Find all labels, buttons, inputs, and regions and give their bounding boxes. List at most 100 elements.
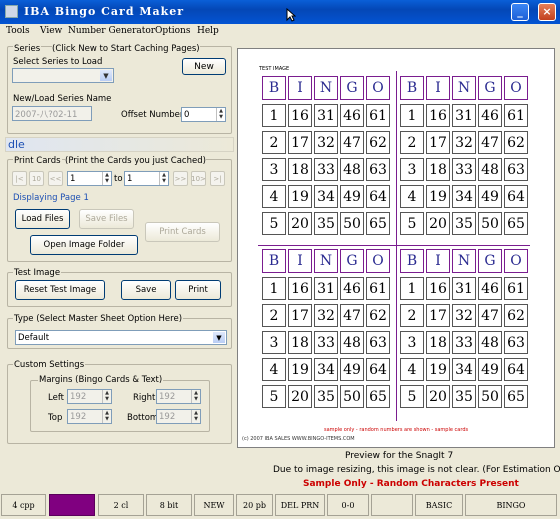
bingo-card-4: B I N G O 1 16 31 46 61 2 17 32 47 62 3 18 33 48 63 4 19 34 49 6… <box>400 249 529 408</box>
open-image-folder-button[interactable]: Open Image Folder <box>30 235 138 255</box>
left-margin-value: 192 <box>70 391 87 402</box>
right-margin-stepper[interactable]: 192 ▲ ▼ <box>156 389 201 404</box>
menu-number-generator[interactable]: Number Generator <box>68 26 155 36</box>
new-button[interactable]: New <box>182 58 226 75</box>
mouse-cursor-icon <box>286 8 296 22</box>
test-image-label: TEST IMAGE <box>259 66 290 72</box>
card-header-letter: N <box>452 76 476 100</box>
card-cell: 31 <box>452 277 476 300</box>
spinner-arrows-icon: ▲ ▼ <box>191 410 200 423</box>
menu-tools[interactable]: Tools <box>6 26 30 36</box>
card-cell: 49 <box>478 358 502 381</box>
card-cell: 19 <box>288 185 312 208</box>
card-cell: 33 <box>452 331 476 354</box>
top-margin-stepper[interactable]: 192 ▲ ▼ <box>67 409 112 424</box>
bottom-margin-label: Bottom <box>127 413 159 423</box>
offset-value: 0 <box>184 109 190 120</box>
sample-note: sample only - random numbers are shown -… <box>324 427 469 433</box>
card-cell: 62 <box>366 131 390 154</box>
card-row: 1 16 31 46 61 <box>400 104 529 127</box>
card-cell: 18 <box>288 158 312 181</box>
card-row: 4 19 34 49 64 <box>262 358 391 381</box>
card-cell: 5 <box>400 212 424 235</box>
close-button[interactable]: × <box>538 3 556 21</box>
menu-view[interactable]: View <box>40 26 62 36</box>
left-margin-stepper[interactable]: 192 ▲ ▼ <box>67 389 112 404</box>
card-cell: 50 <box>340 212 364 235</box>
card-cell: 61 <box>366 104 390 127</box>
card-header-letter: N <box>314 249 338 273</box>
spinner-arrows-icon[interactable]: ▲ ▼ <box>216 108 225 121</box>
card-row: 4 19 34 49 64 <box>400 358 529 381</box>
status-strip: dle <box>5 137 234 152</box>
displaying-page-text: Displaying Page 1 <box>13 193 89 203</box>
spinner-arrows-icon[interactable]: ▲ ▼ <box>159 172 168 185</box>
forward-10-button[interactable]: 10> <box>191 171 206 186</box>
card-cell: 17 <box>288 131 312 154</box>
card-cell: 3 <box>400 158 424 181</box>
card-header-letter: B <box>262 76 286 100</box>
series-select[interactable]: ▼ <box>12 68 114 83</box>
card-cell: 4 <box>262 185 286 208</box>
test-image-legend: Test Image <box>13 268 62 278</box>
card-cell: 63 <box>504 158 528 181</box>
card-row: 5 20 35 50 65 <box>400 385 529 408</box>
menu-help[interactable]: Help <box>197 26 219 36</box>
card-cell: 48 <box>478 331 502 354</box>
save-test-image-button[interactable]: Save <box>121 280 171 300</box>
idle-text: dle <box>8 138 25 151</box>
back-10-button[interactable]: 10 <box>29 171 44 186</box>
load-files-button[interactable]: Load Files <box>15 209 70 229</box>
custom-settings-legend: Custom Settings <box>13 360 86 370</box>
card-row: 2 17 32 47 62 <box>400 304 529 327</box>
minimize-button[interactable]: _ <box>511 3 529 21</box>
type-select[interactable]: Default ▼ <box>15 330 227 345</box>
card-cell: 63 <box>366 331 390 354</box>
card-row: 2 17 32 47 62 <box>262 131 391 154</box>
last-page-button[interactable]: >| <box>210 171 225 186</box>
spinner-arrows-icon: ▲ ▼ <box>102 390 111 403</box>
card-cell: 49 <box>478 185 502 208</box>
card-divider-horizontal <box>258 245 530 246</box>
status-del-prn: DEL PRN <box>275 494 325 516</box>
next-page-button[interactable]: >> <box>173 171 188 186</box>
card-cell: 49 <box>340 358 364 381</box>
print-test-image-button[interactable]: Print <box>175 280 221 300</box>
bottom-margin-stepper[interactable]: 192 ▲ ▼ <box>156 409 201 424</box>
card-cell: 17 <box>426 131 450 154</box>
bingo-card-1: B I N G O 1 16 31 46 61 2 17 32 47 62 3 18 33 48 63 4 19 34 49 6… <box>262 76 391 235</box>
to-page-stepper[interactable]: 1 ▲ ▼ <box>124 171 169 186</box>
card-cell: 20 <box>426 385 450 408</box>
save-files-button[interactable]: Save Files <box>79 209 134 229</box>
card-cell: 2 <box>262 304 286 327</box>
offset-stepper[interactable]: 0 ▲ ▼ <box>181 107 226 122</box>
from-page-stepper[interactable]: 1 ▲ ▼ <box>67 171 112 186</box>
card-cell: 35 <box>314 212 338 235</box>
card-cell: 62 <box>504 304 528 327</box>
series-name-field[interactable]: 2007-八?02-11 <box>12 106 92 121</box>
card-cell: 48 <box>478 158 502 181</box>
spinner-arrows-icon[interactable]: ▲ ▼ <box>102 172 111 185</box>
menu-options[interactable]: Options <box>155 26 190 36</box>
card-cell: 2 <box>400 304 424 327</box>
card-header-letter: G <box>478 76 502 100</box>
card-cell: 32 <box>452 304 476 327</box>
window-title: IBA Bingo Card Maker <box>24 5 185 18</box>
right-margin-value: 192 <box>159 391 176 402</box>
menu-bar: Tools View Number Generator Options Help <box>0 24 560 40</box>
first-page-button[interactable]: |< <box>12 171 27 186</box>
card-cell: 35 <box>452 212 476 235</box>
card-cell: 64 <box>504 358 528 381</box>
print-cards-button[interactable]: Print Cards <box>145 222 220 242</box>
card-cell: 65 <box>366 385 390 408</box>
series-hint: (Click New to Start Caching Pages) <box>52 44 200 54</box>
chevron-down-icon: ▼ <box>213 332 225 343</box>
prev-page-button[interactable]: << <box>48 171 63 186</box>
card-header: BINGO <box>262 76 391 100</box>
type-value: Default <box>18 332 50 343</box>
card-header: BINGO <box>400 249 529 273</box>
card-row: 3 18 33 48 63 <box>262 158 391 181</box>
reset-test-image-button[interactable]: Reset Test Image <box>15 280 105 300</box>
card-header-letter: O <box>504 76 528 100</box>
card-header-letter: O <box>504 249 528 273</box>
